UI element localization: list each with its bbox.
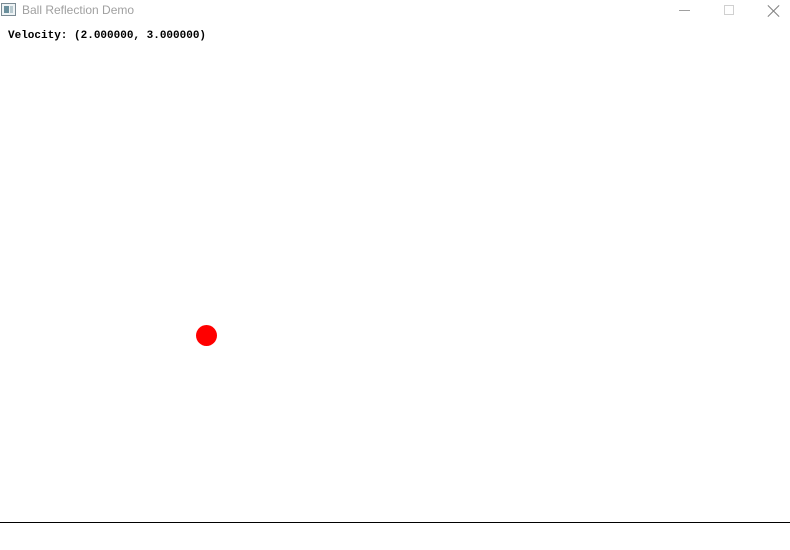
- maximize-icon: [724, 5, 734, 15]
- window-title: Ball Reflection Demo: [22, 3, 135, 17]
- minimize-icon: [679, 10, 690, 11]
- app-icon-pane-secondary: [10, 6, 13, 13]
- close-icon: [767, 4, 781, 18]
- bottom-divider: [0, 522, 790, 523]
- maximize-button[interactable]: [707, 0, 752, 22]
- velocity-readout: Velocity: (2.000000, 3.000000): [8, 30, 207, 42]
- app-window: Ball Reflection Demo Velocity: (2.000000…: [0, 0, 790, 550]
- title-bar[interactable]: Ball Reflection Demo: [0, 0, 790, 22]
- ball: [196, 325, 217, 346]
- close-button[interactable]: [752, 0, 790, 22]
- window-app-icon[interactable]: [1, 3, 16, 16]
- app-icon-pane: [4, 6, 9, 13]
- minimize-button[interactable]: [662, 0, 707, 22]
